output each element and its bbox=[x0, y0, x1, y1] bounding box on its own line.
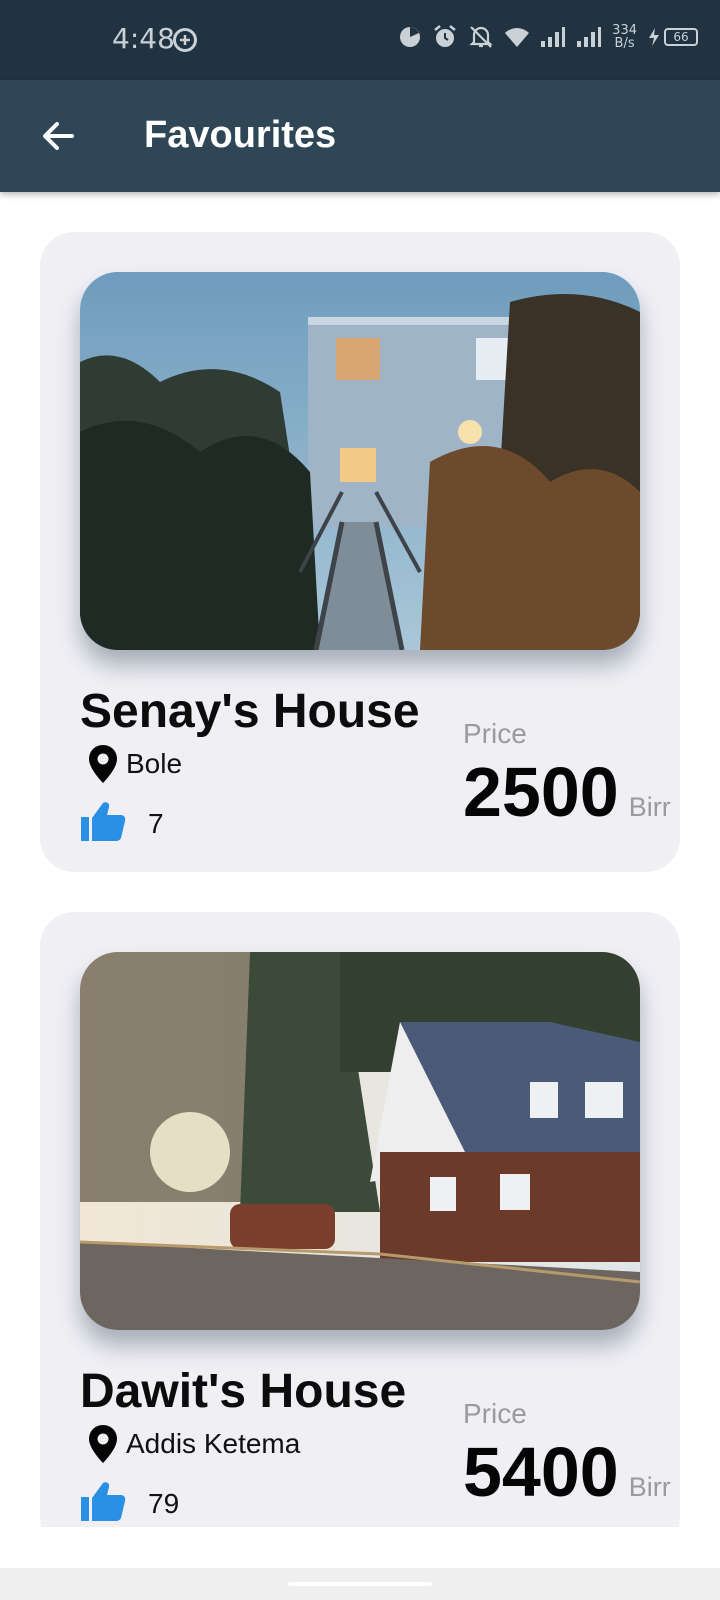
price-value: 5400 bbox=[463, 1433, 619, 1511]
house-name[interactable]: Dawit's House bbox=[80, 1364, 406, 1419]
alarm-icon bbox=[432, 24, 458, 50]
thumbs-up-icon[interactable] bbox=[80, 1480, 126, 1527]
listing-card[interactable]: Dawit's House Addis Ketema 79 Price 5400… bbox=[40, 912, 680, 1527]
location-pin-icon bbox=[89, 745, 117, 783]
status-icons: 334 B/s 66 bbox=[398, 24, 698, 50]
location-pin-icon bbox=[89, 1425, 117, 1463]
data-saver-icon bbox=[172, 27, 198, 58]
page-title: Favourites bbox=[144, 114, 337, 156]
price-row: 5400 Birr bbox=[463, 1432, 671, 1512]
like-count: 79 bbox=[148, 1487, 180, 1519]
battery-charging-icon: 66 bbox=[647, 27, 698, 47]
net-speed: 334 B/s bbox=[612, 24, 637, 50]
net-speed-unit: B/s bbox=[614, 36, 635, 51]
status-bar: 4:48 334 B/s 66 bbox=[0, 0, 720, 80]
house-photo[interactable] bbox=[80, 952, 640, 1330]
pie-icon bbox=[398, 25, 422, 49]
like-count: 7 bbox=[148, 807, 164, 839]
status-time: 4:48 bbox=[112, 22, 175, 55]
signal-icon bbox=[540, 26, 566, 48]
location-row: Bole bbox=[88, 744, 182, 784]
app-bar: Favourites bbox=[0, 80, 720, 192]
favourites-list[interactable]: Senay's House Bole 7 Price 2500 Birr Daw… bbox=[0, 192, 720, 1527]
signal-icon bbox=[576, 26, 602, 48]
system-nav-bar bbox=[0, 1568, 720, 1600]
house-name[interactable]: Senay's House bbox=[80, 684, 420, 739]
thumbs-up-icon[interactable] bbox=[80, 800, 126, 847]
house-photo[interactable] bbox=[80, 272, 640, 650]
listing-card[interactable]: Senay's House Bole 7 Price 2500 Birr bbox=[40, 232, 680, 872]
battery-level: 66 bbox=[664, 28, 698, 46]
likes-row: 7 bbox=[80, 800, 164, 847]
price-value: 2500 bbox=[463, 753, 619, 831]
location-text: Bole bbox=[126, 748, 183, 779]
back-button[interactable] bbox=[30, 108, 86, 164]
price-currency: Birr bbox=[628, 1472, 671, 1502]
bell-off-icon bbox=[468, 24, 494, 50]
likes-row: 79 bbox=[80, 1480, 179, 1527]
price-row: 2500 Birr bbox=[463, 752, 671, 832]
arrow-back-icon bbox=[43, 122, 74, 150]
location-row: Addis Ketema bbox=[88, 1424, 300, 1464]
home-gesture-handle[interactable] bbox=[288, 1582, 432, 1586]
wifi-icon bbox=[504, 26, 530, 48]
location-text: Addis Ketema bbox=[126, 1428, 301, 1459]
price-currency: Birr bbox=[628, 792, 671, 822]
price-label: Price bbox=[463, 1398, 527, 1429]
price-label: Price bbox=[463, 718, 527, 749]
